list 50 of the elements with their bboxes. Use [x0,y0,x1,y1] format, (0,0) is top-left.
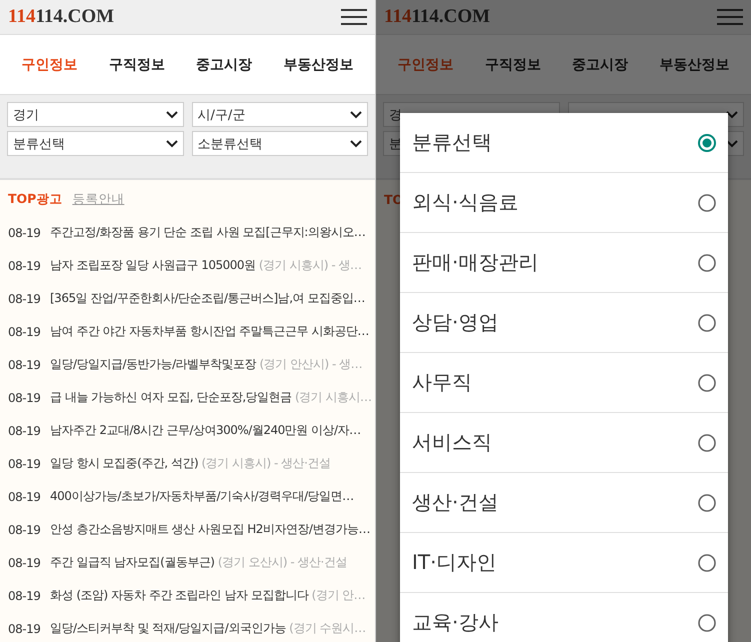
listing-row[interactable]: 08-19 일당/스티커부착 및 적재/당일지급/외국인가능 (경기 수원시… [8,612,367,642]
dropdown-select[interactable]: 경기 [7,102,184,127]
dropdown-select[interactable]: 분류선택 [7,131,184,156]
listing-row[interactable]: 08-19 남자주간 2교대/8시간 근무/상여300%/월240만원 이상/자… [8,414,367,447]
listing-row[interactable]: 08-19 남여 주간 야간 자동차부품 항시잔업 주말특근근무 시화공단… [8,315,367,348]
nav-tab[interactable]: 중고시장 [192,52,256,78]
option-item[interactable]: 외식·식음료 [400,173,728,233]
radio-button[interactable] [697,612,717,632]
radio-button[interactable] [697,312,717,332]
option-item[interactable]: 생산·건설 [400,473,728,533]
option-item[interactable]: 사무직 [400,353,728,413]
radio-button[interactable] [697,372,717,392]
chevron-down-icon [726,110,738,118]
option-item[interactable]: IT·디자인 [400,533,728,593]
nav-tab[interactable]: 중고시장 [568,52,632,78]
option-item[interactable]: 판매·매장관리 [400,233,728,293]
chevron-down-icon [166,110,178,118]
dropdown-select[interactable]: 소분류선택 [192,131,368,156]
section-title: TOP광고 [8,190,62,208]
listing-row[interactable]: 08-19 400이상가능/초보가/자동차부품/기숙사/경력우대/당일면… [8,480,367,513]
listing-row[interactable]: 08-19 안성 층간소음방지매트 생산 사원모집 H2비자연장/변경가능… [8,513,367,546]
radio-button[interactable] [697,432,717,452]
nav-tab[interactable]: 구직정보 [480,52,545,78]
listing-row[interactable]: 08-19 화성 (조암) 자동차 주간 조립라인 남자 모집합니다 (경기 안… [8,579,367,612]
option-item[interactable]: 상담·영업 [400,293,728,353]
site-logo[interactable]: 114114.COM [8,6,114,28]
option-item[interactable]: 교육·강사 [400,593,728,642]
option-item[interactable]: 분류선택 [400,113,728,173]
option-item[interactable]: 서비스직 [400,413,728,473]
listing-row[interactable]: 08-19 일당 항시 모집중(주간, 석간) (경기 시흥시) - 생산·건설 [8,447,367,480]
dropdown-select[interactable]: 시/구/군 [192,102,368,127]
nav-tab[interactable]: 구인정보 [18,52,82,78]
listing-row[interactable]: 08-19 주간 일급직 남자모집(궐동부근) (경기 오산시) - 생산·건설 [8,546,367,579]
chevron-down-icon [350,110,362,118]
listing-row[interactable]: 08-19 남자 조립포장 일당 사원급구 105000원 (경기 시흥시) - 생… [8,249,367,282]
chevron-down-icon [166,140,178,148]
listing-row[interactable]: 08-19 일당/당일지급/동반가능/라벨부착및포장 (경기 안산시) - 생… [8,348,367,381]
chevron-down-icon [726,140,738,148]
listing-row[interactable]: 08-19 주간고정/화장품 용기 단순 조립 사원 모집[근무지:의왕시오… [8,216,367,249]
radio-button[interactable] [697,132,717,152]
menu-icon[interactable] [341,8,367,26]
radio-button[interactable] [697,552,717,572]
nav-tab[interactable]: 부동산정보 [279,52,358,78]
nav-tab[interactable]: 부동산정보 [655,52,734,78]
nav-tab[interactable]: 구직정보 [104,52,169,78]
listing-row[interactable]: 08-19 [365일 잔업/꾸준한회사/단순조립/통근버스]남,여 모집중입… [8,282,367,315]
chevron-down-icon [350,140,362,148]
radio-button[interactable] [697,252,717,272]
radio-button[interactable] [697,492,717,512]
radio-button[interactable] [697,192,717,212]
